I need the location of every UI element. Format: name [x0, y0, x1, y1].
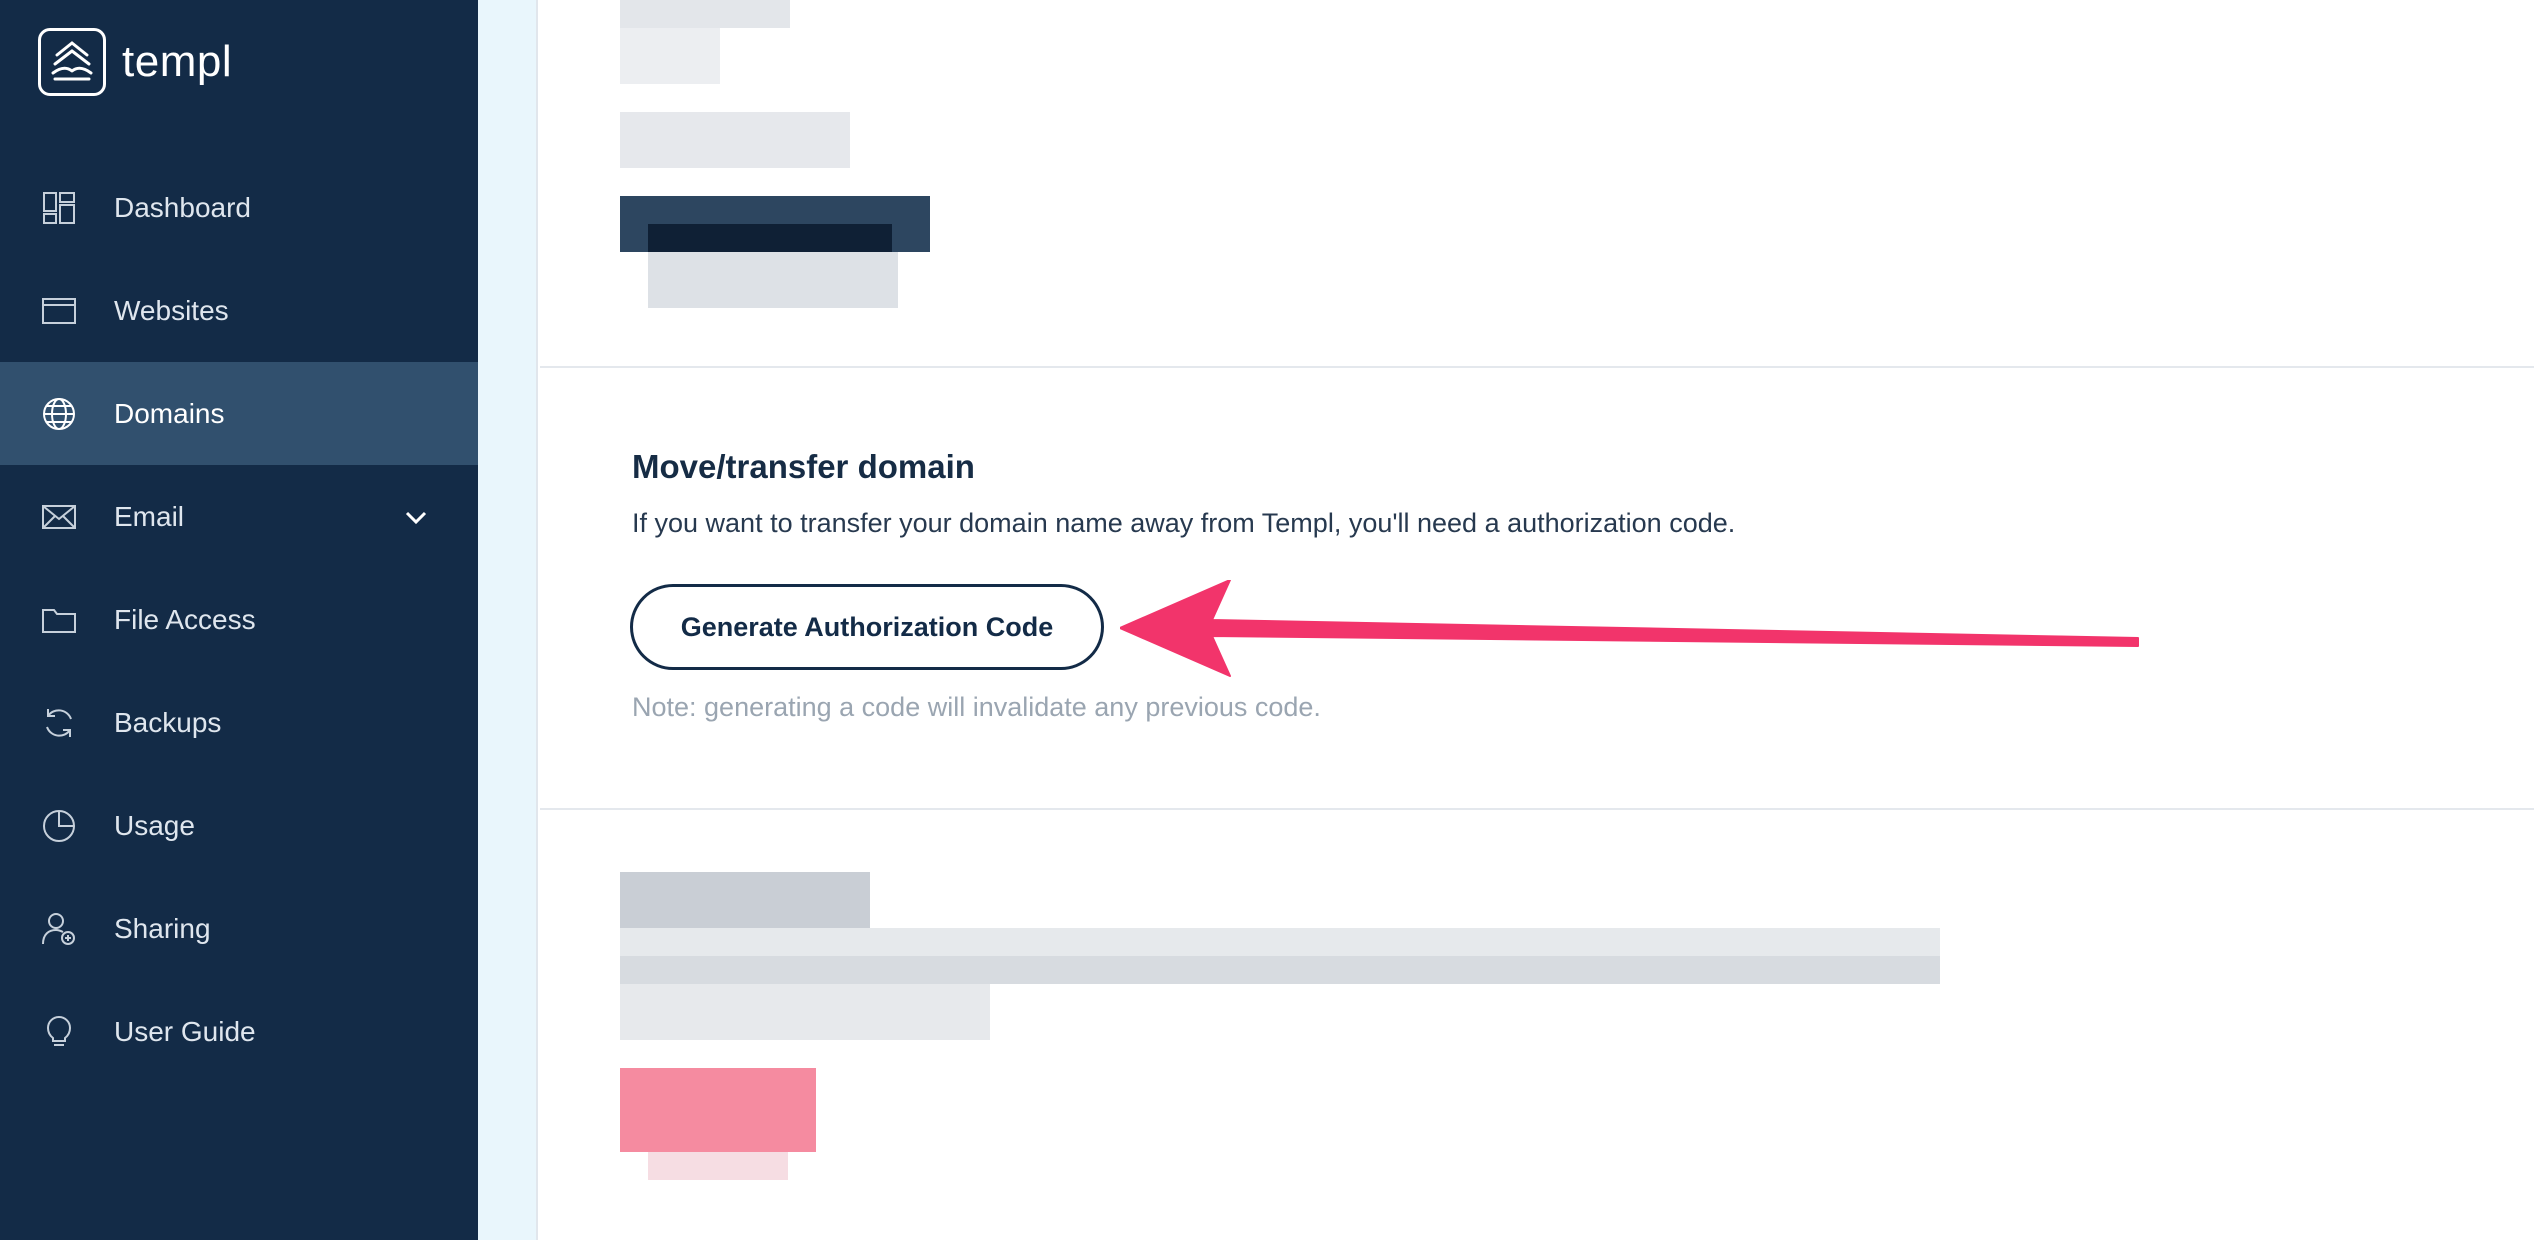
lightbulb-icon — [40, 1013, 78, 1051]
content-gutter — [478, 0, 538, 1240]
sidebar-item-email[interactable]: Email — [0, 465, 478, 568]
note-text: Note: generating a code will invalidate … — [632, 692, 1321, 722]
sidebar-item-label: Sharing — [114, 912, 211, 944]
redacted-content-top — [620, 0, 930, 310]
sidebar-item-file-access[interactable]: File Access — [0, 568, 478, 671]
generate-authorization-code-button[interactable]: Generate Authorization Code — [630, 584, 1104, 670]
main-content: Move/transfer domain If you want to tran… — [540, 0, 2534, 1240]
templ-logo-icon — [38, 28, 106, 96]
sidebar-nav: Dashboard Websites Domains Email File Ac… — [0, 156, 478, 1083]
sidebar-item-label: Email — [114, 500, 185, 532]
sidebar: templ Dashboard Websites Domains Email F… — [0, 0, 478, 1240]
sidebar-item-label: Backups — [114, 706, 222, 738]
section-description: If you want to transfer your domain name… — [632, 508, 1736, 538]
sidebar-item-label: Usage — [114, 809, 195, 841]
section-title: Move/transfer domain — [632, 448, 975, 485]
redacted-content-bottom — [620, 872, 1960, 1192]
globe-icon — [40, 395, 78, 433]
sidebar-item-websites[interactable]: Websites — [0, 259, 478, 362]
sidebar-item-domains[interactable]: Domains — [0, 362, 478, 465]
sidebar-item-label: User Guide — [114, 1015, 256, 1047]
sidebar-item-label: File Access — [114, 603, 256, 635]
sidebar-item-sharing[interactable]: Sharing — [0, 877, 478, 980]
sidebar-item-backups[interactable]: Backups — [0, 671, 478, 774]
brand-name: templ — [122, 37, 233, 86]
envelope-icon — [40, 498, 78, 536]
chevron-down-icon[interactable] — [402, 503, 430, 531]
brand-logo[interactable]: templ — [38, 28, 232, 96]
sidebar-item-label: Websites — [114, 294, 229, 326]
annotation-arrow-icon — [1120, 580, 2139, 677]
browser-window-icon — [40, 292, 78, 330]
sidebar-item-dashboard[interactable]: Dashboard — [0, 156, 478, 259]
sidebar-item-label: Domains — [114, 397, 225, 429]
sidebar-item-usage[interactable]: Usage — [0, 774, 478, 877]
sidebar-item-label: Dashboard — [114, 191, 251, 223]
section-divider — [540, 808, 2534, 810]
pie-chart-icon — [40, 807, 78, 845]
sidebar-item-user-guide[interactable]: User Guide — [0, 980, 478, 1083]
folder-icon — [40, 601, 78, 639]
refresh-icon — [40, 704, 78, 742]
section-divider — [540, 366, 2534, 368]
dashboard-icon — [40, 189, 78, 227]
user-add-icon — [40, 910, 78, 948]
